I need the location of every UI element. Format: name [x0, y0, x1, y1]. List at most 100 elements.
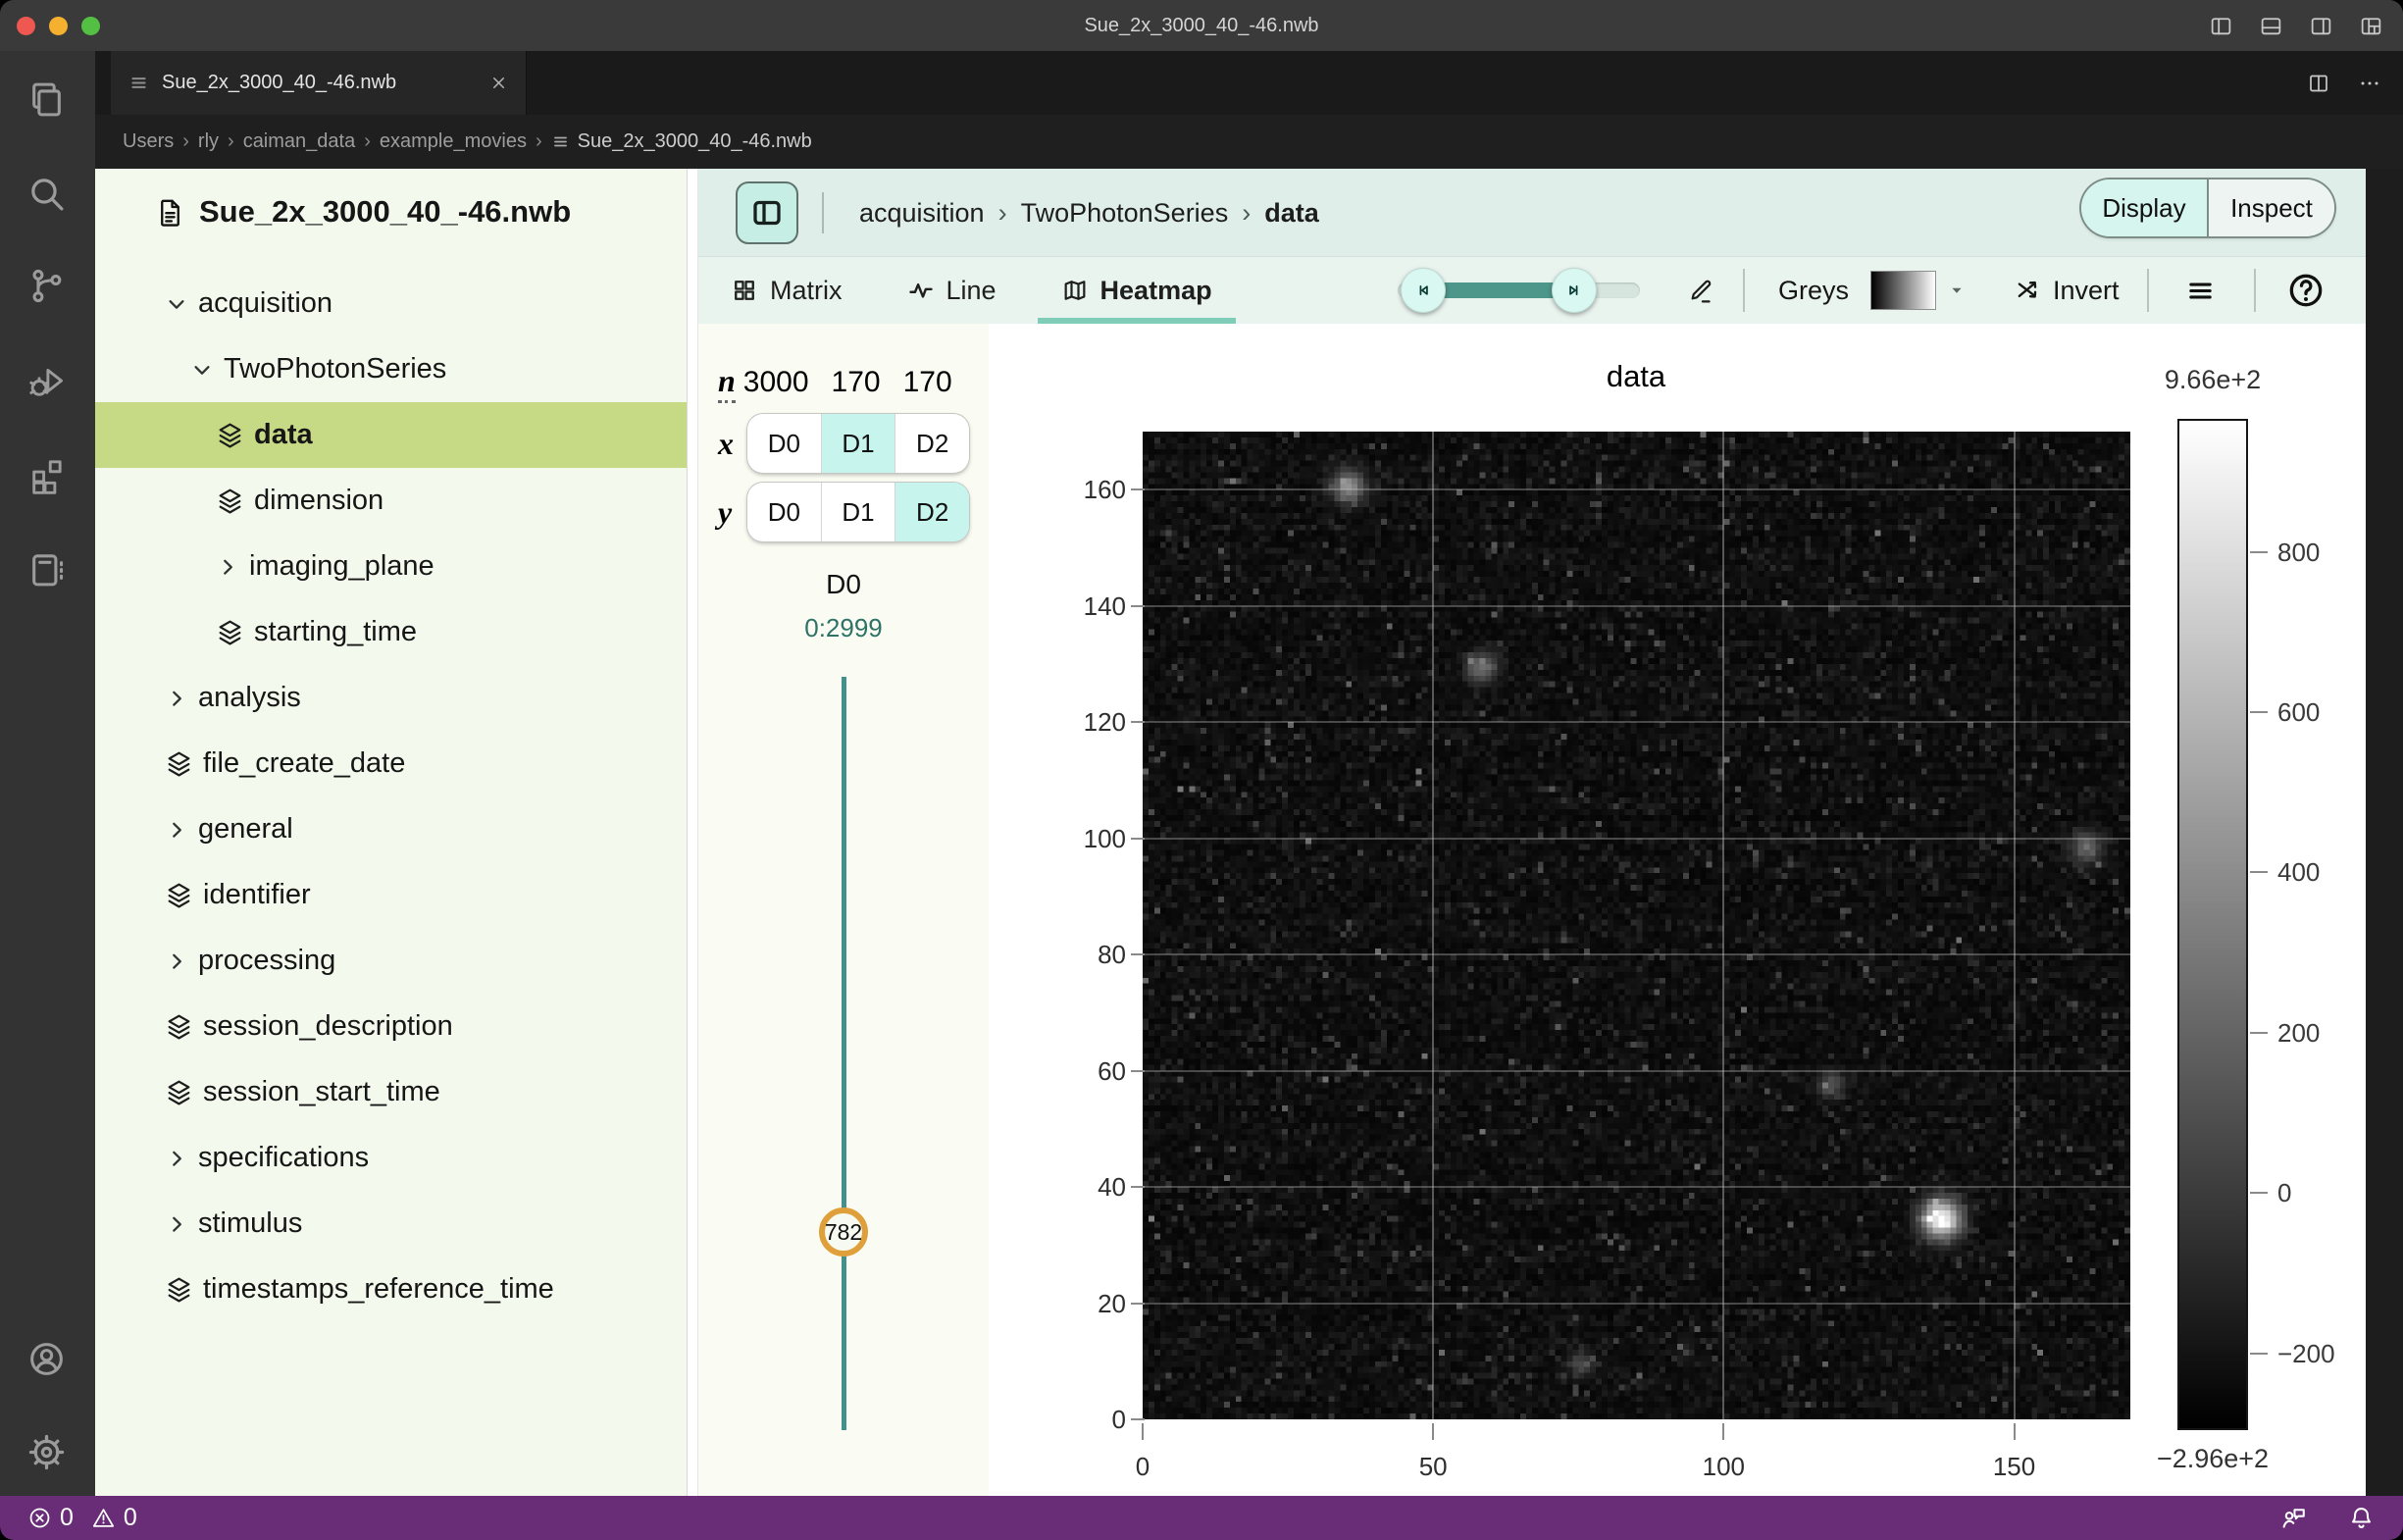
invert-icon[interactable]	[2014, 277, 2041, 304]
y-tick-mark	[1131, 838, 1145, 840]
x-tick-label: 150	[1970, 1452, 2059, 1482]
tree-item-identifier[interactable]: identifier	[95, 862, 687, 928]
y-tick-label: 20	[989, 1289, 1126, 1318]
invert-button[interactable]: Invert	[2053, 257, 2120, 324]
n-label: n	[718, 363, 736, 403]
tree-item-label: starting_time	[254, 616, 417, 648]
frame-range-slider[interactable]	[1398, 268, 1640, 313]
close-tab-icon[interactable]	[489, 74, 508, 92]
activity-bar-settings-icon[interactable]	[26, 1432, 67, 1472]
nwb-file-title: Sue_2x_3000_40_-46.nwb	[154, 194, 571, 230]
warnings-icon[interactable]	[91, 1506, 116, 1530]
chevron-down-icon[interactable]	[1946, 280, 1968, 301]
zoom-window-button[interactable]	[81, 17, 100, 35]
toggle-sidebar-button[interactable]	[736, 181, 798, 244]
tree-item-timestamps_reference_time[interactable]: timestamps_reference_time	[95, 1257, 687, 1322]
layers-icon	[164, 1077, 194, 1107]
tree-item-starting_time[interactable]: starting_time	[95, 599, 687, 665]
inspect-mode-button[interactable]: Inspect	[2207, 180, 2334, 236]
view-tab-heatmap[interactable]: Heatmap	[1051, 257, 1222, 324]
breadcrumb-item[interactable]: caiman_data	[243, 130, 356, 153]
customize-layout-icon[interactable]	[2359, 14, 2383, 38]
tree-item-dimension[interactable]: dimension	[95, 468, 687, 534]
warnings-count[interactable]: 0	[124, 1504, 137, 1532]
slider-start-handle[interactable]	[1401, 268, 1446, 313]
tree-item-session_description[interactable]: session_description	[95, 994, 687, 1059]
edit-pen-icon[interactable]	[1686, 277, 1714, 305]
chevron-right-icon	[164, 686, 189, 711]
y-tick-label: 120	[989, 707, 1126, 737]
activity-bar-extensions-icon[interactable]	[26, 455, 67, 495]
y-axis-option-d1[interactable]: D1	[821, 483, 895, 541]
frame-slider-handle[interactable]: 782	[819, 1207, 868, 1257]
x-axis-option-d1[interactable]: D1	[821, 414, 895, 473]
toggle-panel-right-icon[interactable]	[2309, 14, 2333, 38]
tree-item-TwoPhotonSeries[interactable]: TwoPhotonSeries	[95, 336, 687, 402]
more-actions-icon[interactable]	[2358, 72, 2381, 95]
help-icon[interactable]	[2286, 271, 2326, 310]
tree-item-session_start_time[interactable]: session_start_time	[95, 1059, 687, 1125]
display-mode-button[interactable]: Display	[2081, 180, 2207, 236]
y-axis-option-d0[interactable]: D0	[747, 483, 821, 541]
y-axis-selector: D0D1D2	[747, 483, 969, 541]
breadcrumb-item[interactable]: rly	[198, 130, 219, 153]
errors-count[interactable]: 0	[60, 1504, 74, 1532]
toggle-panel-left-icon[interactable]	[2209, 14, 2233, 38]
shape-value: 3000	[743, 366, 809, 399]
colormap-swatch[interactable]	[1870, 271, 1936, 310]
x-tick-mark	[1142, 1423, 1144, 1440]
tree-item-label: processing	[198, 945, 335, 977]
activity-bar-account-icon[interactable]	[26, 1339, 67, 1379]
tree-item-file_create_date[interactable]: file_create_date	[95, 731, 687, 796]
breadcrumb-file[interactable]: Sue_2x_3000_40_-46.nwb	[551, 130, 812, 153]
tree-item-analysis[interactable]: analysis	[95, 665, 687, 731]
window-title: Sue_2x_3000_40_-46.nwb	[294, 0, 2109, 51]
split-editor-icon[interactable]	[2307, 72, 2330, 95]
toolbar-divider	[2254, 269, 2256, 312]
bell-icon[interactable]	[2347, 1504, 2376, 1532]
minimize-window-button[interactable]	[49, 17, 68, 35]
tree-item-specifications[interactable]: specifications	[95, 1125, 687, 1191]
app-window: Sue_2x_3000_40_-46.nwb Sue_2x_3000_40_-4…	[0, 0, 2403, 1540]
colormap-label: Greys	[1778, 257, 1849, 324]
view-tab-line[interactable]: Line	[897, 257, 1006, 324]
viewer-path-TwoPhotonSeries[interactable]: TwoPhotonSeries	[1021, 198, 1229, 229]
panel-splitter[interactable]	[687, 169, 698, 1496]
x-axis-option-d2[interactable]: D2	[895, 414, 969, 473]
menu-icon[interactable]	[2185, 276, 2216, 306]
activity-bar-notebook-icon[interactable]	[26, 549, 67, 590]
activity-bar-run-debug-icon[interactable]	[26, 361, 67, 401]
errors-icon[interactable]	[27, 1506, 52, 1530]
activity-bar-source-control-icon[interactable]	[26, 266, 67, 306]
tree-item-stimulus[interactable]: stimulus	[95, 1191, 687, 1257]
breadcrumb-item[interactable]: Users	[123, 130, 174, 153]
y-tick-label: 0	[989, 1405, 1126, 1434]
x-tick-label: 50	[1389, 1452, 1477, 1482]
tree-item-label: dimension	[254, 485, 383, 517]
slider-end-handle[interactable]	[1552, 268, 1597, 313]
toggle-panel-bottom-icon[interactable]	[2259, 14, 2283, 38]
breadcrumb-item[interactable]: example_movies	[380, 130, 527, 153]
tree-item-data[interactable]: data	[95, 402, 687, 468]
y-axis-option-d2[interactable]: D2	[895, 483, 969, 541]
toolbar-divider	[2147, 269, 2149, 312]
layers-icon	[215, 420, 245, 450]
activity-bar-search-icon[interactable]	[26, 174, 67, 214]
tree-item-processing[interactable]: processing	[95, 928, 687, 994]
breadcrumb-separator: ›	[536, 130, 542, 153]
tree-item-general[interactable]: general	[95, 796, 687, 862]
viewer-path-acquisition[interactable]: acquisition	[859, 198, 985, 229]
feedback-icon[interactable]	[2279, 1504, 2308, 1532]
viewer-path-data[interactable]: data	[1264, 198, 1319, 229]
tab-nwb-file[interactable]: Sue_2x_3000_40_-46.nwb	[111, 51, 527, 115]
frame-slider-track[interactable]	[842, 677, 846, 1430]
activity-bar-files-icon[interactable]	[26, 79, 67, 120]
tree-item-imaging_plane[interactable]: imaging_plane	[95, 534, 687, 599]
x-axis-option-d0[interactable]: D0	[747, 414, 821, 473]
tree-item-label: session_description	[203, 1010, 453, 1043]
close-window-button[interactable]	[17, 17, 35, 35]
view-tab-matrix[interactable]: Matrix	[721, 257, 852, 324]
tree-item-acquisition[interactable]: acquisition	[95, 271, 687, 336]
heatmap-canvas[interactable]	[1143, 432, 2130, 1419]
status-bar: 0 0	[0, 1496, 2403, 1540]
